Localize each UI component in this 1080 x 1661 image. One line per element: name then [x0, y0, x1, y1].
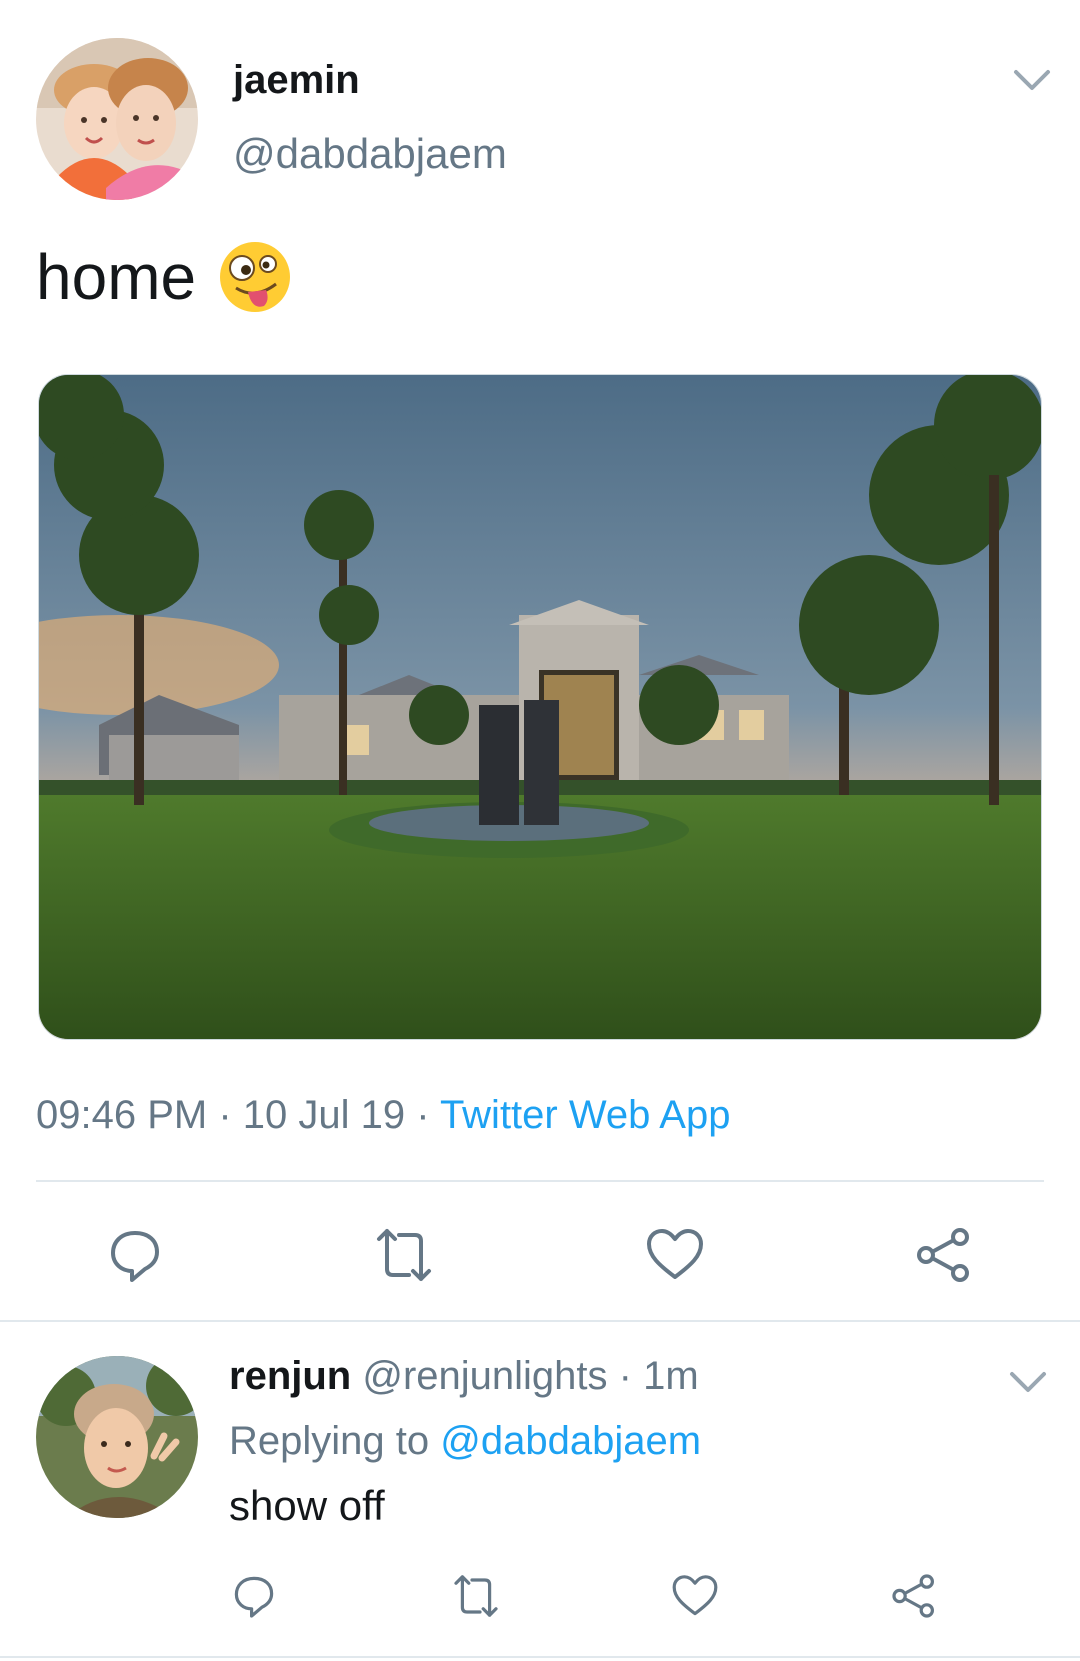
tweet-meta: 09:46 PM · 10 Jul 19 · Twitter Web App: [36, 1093, 730, 1138]
retweet-icon: [454, 1575, 498, 1617]
reply-tweet[interactable]: renjun @renjunlights · 1m Replying to @d…: [0, 1322, 1080, 1661]
tweet-source-link[interactable]: Twitter Web App: [440, 1093, 731, 1137]
mention-link[interactable]: @dabdabjaem: [440, 1419, 701, 1463]
tweet-time: 09:46 PM: [36, 1093, 208, 1137]
tweet-media-photo[interactable]: [38, 374, 1042, 1040]
chevron-down-icon[interactable]: [1012, 66, 1052, 94]
display-name[interactable]: jaemin: [233, 58, 360, 103]
retweet-icon: [377, 1229, 431, 1281]
avatar[interactable]: [36, 1356, 198, 1518]
replying-to: Replying to @dabdabjaem: [229, 1419, 701, 1464]
heart-icon: [672, 1575, 718, 1616]
share-icon: [892, 1574, 934, 1618]
meta-separator: ·: [405, 1093, 440, 1137]
chevron-down-icon[interactable]: [1008, 1368, 1048, 1396]
tweet-date: 10 Jul 19: [242, 1093, 406, 1137]
share-icon: [917, 1228, 969, 1282]
divider: [36, 1180, 1044, 1182]
user-handle[interactable]: @dabdabjaem: [233, 130, 507, 178]
like-button[interactable]: [640, 1220, 710, 1290]
reply-button[interactable]: [100, 1220, 170, 1290]
reply-header: renjun @renjunlights · 1m: [229, 1354, 699, 1399]
tweet-text-content: home: [36, 241, 197, 313]
share-button[interactable]: [909, 1220, 979, 1290]
comment-icon: [234, 1576, 274, 1618]
zany-face-emoji-icon: [218, 240, 292, 314]
reply-age: 1m: [643, 1354, 699, 1398]
replying-to-label: Replying to: [229, 1419, 441, 1463]
divider: [0, 1656, 1080, 1658]
meta-separator: ·: [207, 1093, 243, 1137]
retweet-button[interactable]: [369, 1220, 439, 1290]
avatar[interactable]: [36, 38, 198, 200]
main-tweet: jaemin @dabdabjaem home 09:46 PM · 10 Ju…: [0, 0, 1080, 1320]
reply-text: show off: [229, 1482, 385, 1529]
reply-handle[interactable]: @renjunlights: [362, 1354, 607, 1398]
meta-separator: ·: [607, 1354, 644, 1398]
tweet-text: home: [36, 240, 292, 314]
reply-button[interactable]: [224, 1566, 284, 1626]
heart-icon: [647, 1229, 703, 1279]
reply-display-name[interactable]: renjun: [229, 1354, 351, 1398]
like-button[interactable]: [665, 1566, 725, 1626]
retweet-button[interactable]: [446, 1566, 506, 1626]
share-button[interactable]: [884, 1566, 944, 1626]
comment-icon: [111, 1231, 159, 1282]
